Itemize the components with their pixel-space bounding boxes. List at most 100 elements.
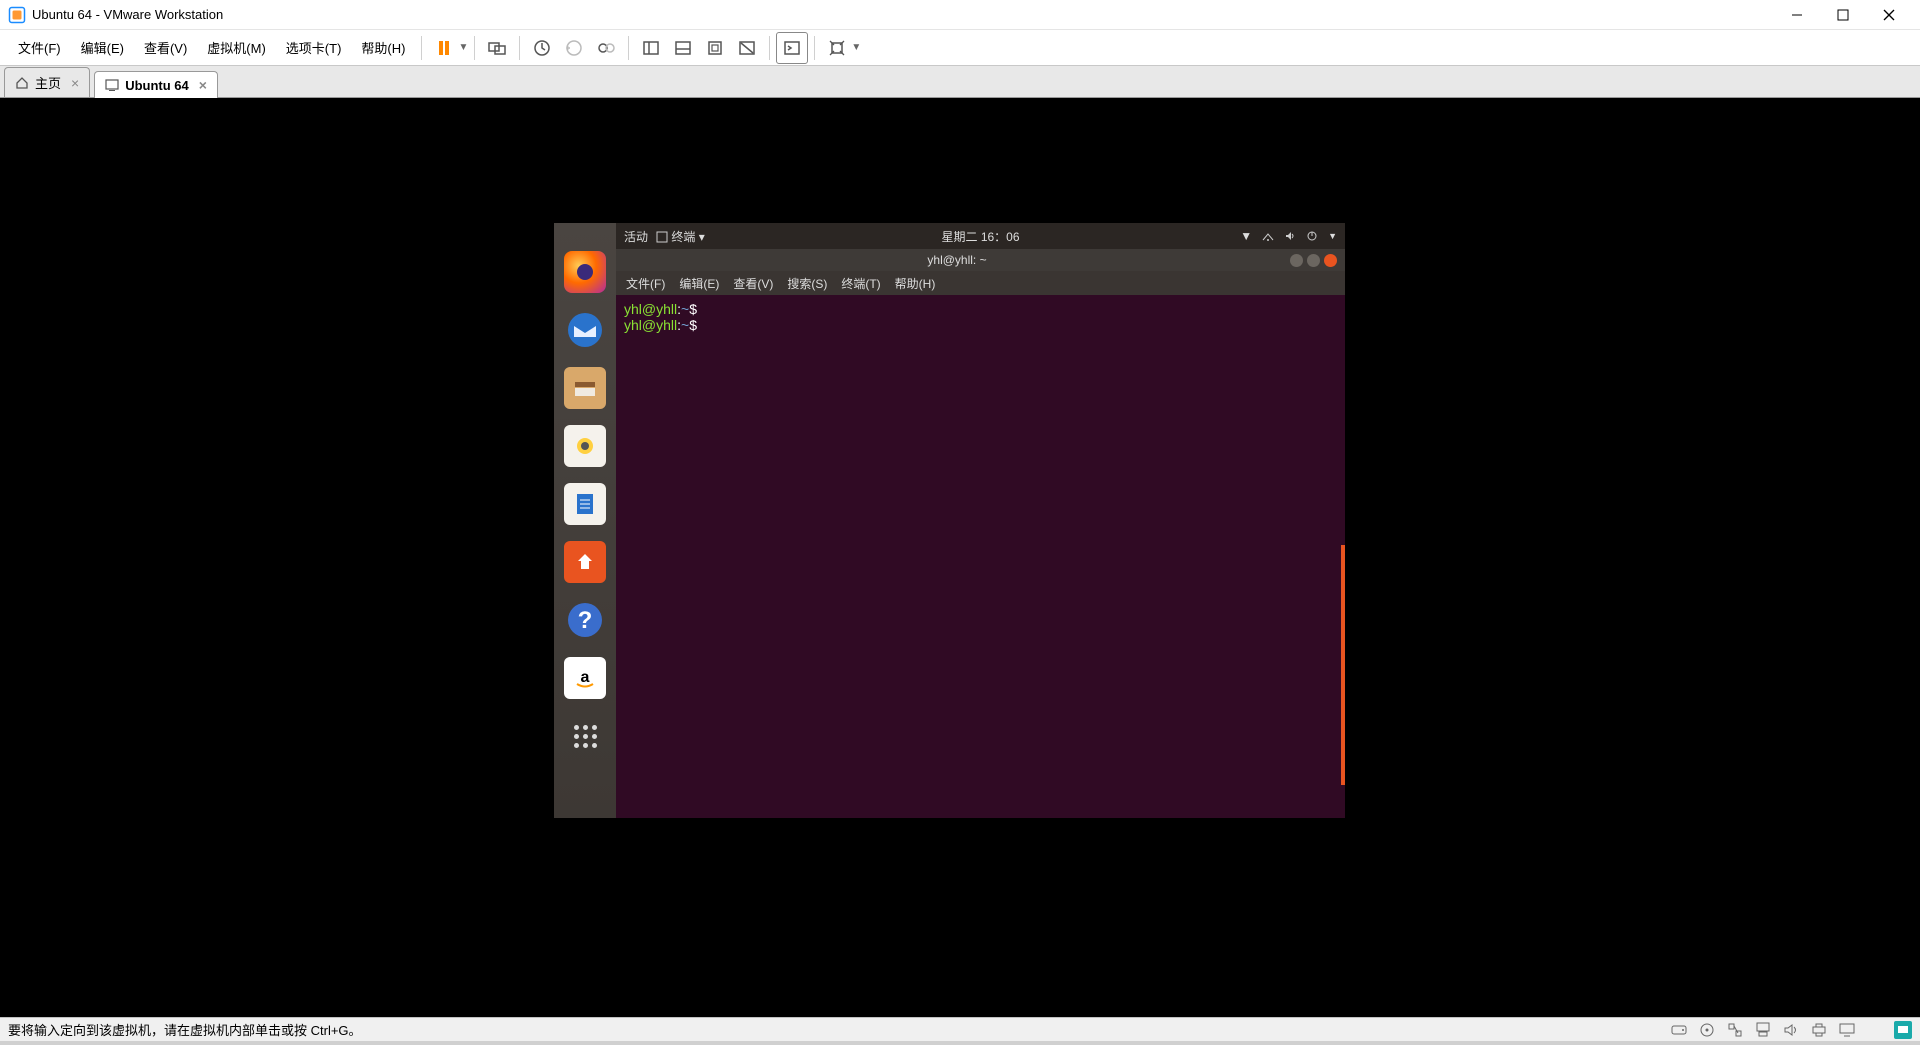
separator: [519, 36, 520, 60]
menu-file[interactable]: 文件(F): [8, 34, 71, 61]
snapshot-manager-button[interactable]: [590, 32, 622, 64]
home-icon: [15, 76, 29, 90]
terminal-body[interactable]: yhl@yhll:~$ yhl@yhll:~$: [616, 295, 1345, 818]
tab-ubuntu[interactable]: Ubuntu 64 ×: [94, 71, 218, 98]
terminal-line: yhl@yhll:~$: [624, 301, 1337, 317]
system-menu-dropdown[interactable]: ▼: [1328, 231, 1337, 241]
status-printer-icon[interactable]: [1810, 1021, 1828, 1039]
network-icon[interactable]: [1262, 230, 1274, 242]
ubuntu-top-bar: 活动 终端 ▾ 星期二 16：06 ▼ ▼: [616, 223, 1345, 249]
dock-thunderbird[interactable]: [564, 309, 606, 351]
status-network-icon[interactable]: [1726, 1021, 1744, 1039]
app-menu[interactable]: 终端 ▾: [656, 228, 705, 245]
files-icon: [571, 374, 599, 402]
software-icon: [572, 549, 598, 575]
terminal-minimize[interactable]: [1290, 254, 1303, 267]
vm-display-area[interactable]: ? a 活动 终端 ▾ 星期二 16：06 ▼: [0, 98, 1920, 1017]
tab-ubuntu-label: Ubuntu 64: [125, 78, 189, 93]
terminal-close[interactable]: [1324, 254, 1337, 267]
ubuntu-dock: ? a: [554, 223, 616, 818]
terminal-titlebar: yhl@yhll: ~: [616, 249, 1345, 271]
send-ctrl-alt-del-button[interactable]: [481, 32, 513, 64]
console-view-button[interactable]: [776, 32, 808, 64]
amazon-icon: a: [572, 665, 598, 691]
activities-button[interactable]: 活动: [624, 228, 648, 245]
pause-dropdown[interactable]: ▼: [458, 42, 468, 53]
terminal-maximize[interactable]: [1307, 254, 1320, 267]
menu-help[interactable]: 帮助(H): [351, 34, 415, 61]
window-title: Ubuntu 64 - VMware Workstation: [32, 7, 1774, 22]
status-bar: 要将输入定向到该虚拟机，请在虚拟机内部单击或按 Ctrl+G。: [0, 1017, 1920, 1041]
term-menu-file[interactable]: 文件(F): [626, 275, 665, 292]
input-source-indicator[interactable]: ▼: [1240, 229, 1252, 243]
close-button[interactable]: [1866, 0, 1912, 30]
fullscreen-button[interactable]: [699, 32, 731, 64]
tab-bar: 主页 × Ubuntu 64 ×: [0, 66, 1920, 98]
terminal-scrollbar[interactable]: [1341, 545, 1345, 785]
menu-view[interactable]: 查看(V): [134, 34, 197, 61]
dock-rhythmbox[interactable]: [564, 425, 606, 467]
writer-icon: [571, 490, 599, 518]
separator: [474, 36, 475, 60]
status-message: 要将输入定向到该虚拟机，请在虚拟机内部单击或按 Ctrl+G。: [8, 1020, 1670, 1039]
snapshot-button[interactable]: [526, 32, 558, 64]
term-menu-terminal[interactable]: 终端(T): [841, 275, 880, 292]
dock-amazon[interactable]: a: [564, 657, 606, 699]
tab-ubuntu-close[interactable]: ×: [199, 77, 207, 93]
app-menu-label: 终端: [671, 230, 695, 244]
volume-icon[interactable]: [1284, 230, 1296, 242]
separator: [628, 36, 629, 60]
clock[interactable]: 星期二 16：06: [941, 228, 1019, 245]
rhythmbox-icon: [573, 434, 597, 458]
terminal-menu-icon: [656, 231, 668, 243]
stretch-button[interactable]: [821, 32, 853, 64]
menu-edit[interactable]: 编辑(E): [71, 34, 134, 61]
pause-button[interactable]: [428, 32, 460, 64]
status-display-icon[interactable]: [1838, 1021, 1856, 1039]
show-sidebar-button[interactable]: [635, 32, 667, 64]
snapshot-revert-button[interactable]: [558, 32, 590, 64]
vm-tab-icon: [105, 78, 119, 92]
status-usb-icon[interactable]: [1754, 1021, 1772, 1039]
guest-screen: ? a 活动 终端 ▾ 星期二 16：06 ▼: [554, 223, 1345, 818]
dock-files[interactable]: [564, 367, 606, 409]
windows-taskbar-edge: [0, 1041, 1920, 1045]
svg-text:a: a: [581, 669, 590, 686]
help-icon: ?: [566, 601, 604, 639]
terminal-title: yhl@yhll: ~: [624, 253, 1290, 267]
status-tray: [1670, 1021, 1912, 1039]
title-bar: Ubuntu 64 - VMware Workstation: [0, 0, 1920, 30]
stretch-dropdown[interactable]: ▼: [851, 42, 861, 53]
tab-home-close[interactable]: ×: [71, 75, 79, 91]
separator: [421, 36, 422, 60]
dock-writer[interactable]: [564, 483, 606, 525]
dock-software[interactable]: [564, 541, 606, 583]
term-menu-view[interactable]: 查看(V): [733, 275, 773, 292]
term-menu-edit[interactable]: 编辑(E): [679, 275, 719, 292]
term-menu-search[interactable]: 搜索(S): [787, 275, 827, 292]
menu-tabs[interactable]: 选项卡(T): [276, 34, 352, 61]
maximize-button[interactable]: [1820, 0, 1866, 30]
dock-apps[interactable]: [564, 715, 606, 757]
thunderbird-icon: [566, 311, 604, 349]
minimize-button[interactable]: [1774, 0, 1820, 30]
dock-help[interactable]: ?: [564, 599, 606, 641]
separator: [769, 36, 770, 60]
menu-bar: 文件(F) 编辑(E) 查看(V) 虚拟机(M) 选项卡(T) 帮助(H) ▼ …: [0, 30, 1920, 66]
dock-firefox[interactable]: [564, 251, 606, 293]
terminal-line: yhl@yhll:~$: [624, 317, 1337, 333]
status-cd-icon[interactable]: [1698, 1021, 1716, 1039]
status-message-icon[interactable]: [1894, 1021, 1912, 1039]
status-disk-icon[interactable]: [1670, 1021, 1688, 1039]
menu-vm[interactable]: 虚拟机(M): [197, 34, 276, 61]
apps-grid-icon: [574, 725, 597, 748]
tab-home-label: 主页: [35, 73, 61, 92]
show-thumbnail-button[interactable]: [667, 32, 699, 64]
power-icon[interactable]: [1306, 230, 1318, 242]
svg-text:?: ?: [578, 607, 593, 634]
status-sound-icon[interactable]: [1782, 1021, 1800, 1039]
unity-button[interactable]: [731, 32, 763, 64]
tab-home[interactable]: 主页 ×: [4, 67, 90, 97]
firefox-icon: [573, 260, 597, 284]
term-menu-help[interactable]: 帮助(H): [895, 275, 936, 292]
